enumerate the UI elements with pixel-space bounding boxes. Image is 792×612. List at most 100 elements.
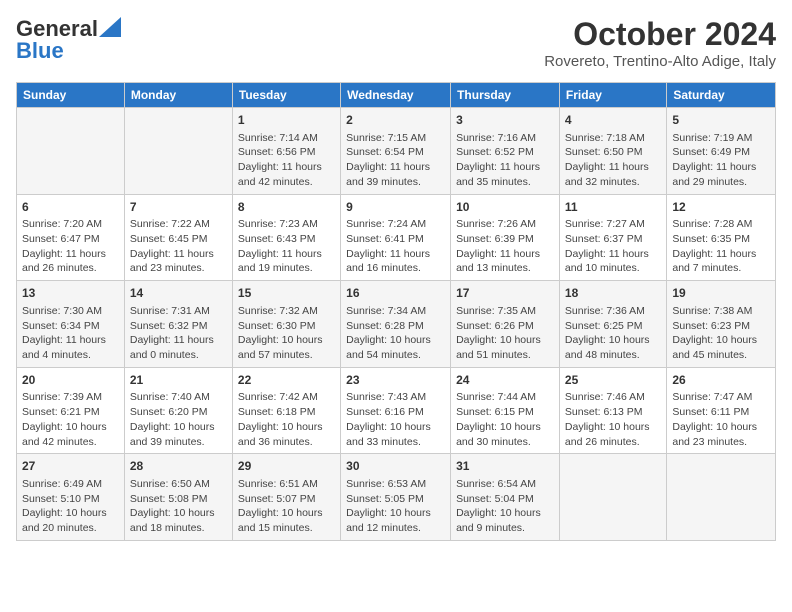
table-row: 8Sunrise: 7:23 AM Sunset: 6:43 PM Daylig… — [232, 194, 340, 281]
table-row — [559, 454, 666, 541]
calendar-week-4: 20Sunrise: 7:39 AM Sunset: 6:21 PM Dayli… — [17, 367, 776, 454]
day-number: 20 — [22, 372, 119, 389]
table-row: 11Sunrise: 7:27 AM Sunset: 6:37 PM Dayli… — [559, 194, 666, 281]
day-content: Sunrise: 7:26 AM Sunset: 6:39 PM Dayligh… — [456, 217, 554, 276]
col-header-friday: Friday — [559, 83, 666, 108]
col-header-tuesday: Tuesday — [232, 83, 340, 108]
day-number: 27 — [22, 458, 119, 475]
day-content: Sunrise: 7:14 AM Sunset: 6:56 PM Dayligh… — [238, 131, 335, 190]
table-row: 23Sunrise: 7:43 AM Sunset: 6:16 PM Dayli… — [341, 367, 451, 454]
day-content: Sunrise: 6:53 AM Sunset: 5:05 PM Dayligh… — [346, 477, 445, 536]
day-number: 7 — [130, 199, 227, 216]
logo: General Blue — [16, 16, 121, 64]
table-row: 15Sunrise: 7:32 AM Sunset: 6:30 PM Dayli… — [232, 281, 340, 368]
day-number: 21 — [130, 372, 227, 389]
day-content: Sunrise: 7:16 AM Sunset: 6:52 PM Dayligh… — [456, 131, 554, 190]
table-row: 14 Sunrise: 7:31 AM Sunset: 6:32 PM Dayli… — [124, 281, 232, 368]
day-number: 30 — [346, 458, 445, 475]
table-row: 1 Sunrise: 7:14 AM Sunset: 6:56 PM Daylig… — [232, 108, 340, 195]
day-number: 2 — [346, 112, 445, 129]
table-row: 13 Sunrise: 7:30 AM Sunset: 6:34 PM Dayli… — [17, 281, 125, 368]
day-content: Sunrise: 7:36 AM Sunset: 6:25 PM Dayligh… — [565, 304, 661, 363]
table-row: 20Sunrise: 7:39 AM Sunset: 6:21 PM Dayli… — [17, 367, 125, 454]
day-content: Sunrise: 6:50 AM Sunset: 5:08 PM Dayligh… — [130, 477, 227, 536]
table-row: 3 Sunrise: 7:16 AM Sunset: 6:52 PM Daylig… — [451, 108, 560, 195]
day-content: Sunrise: 7:42 AM Sunset: 6:18 PM Dayligh… — [238, 390, 335, 449]
day-content: Sunrise: 6:49 AM Sunset: 5:10 PM Dayligh… — [22, 477, 119, 536]
table-row — [124, 108, 232, 195]
day-number: 3 — [456, 112, 554, 129]
month-title: October 2024 — [544, 16, 776, 53]
location-title: Rovereto, Trentino-Alto Adige, Italy — [544, 53, 776, 70]
logo-blue-text: Blue — [16, 38, 64, 64]
table-row: 22Sunrise: 7:42 AM Sunset: 6:18 PM Dayli… — [232, 367, 340, 454]
day-number: 17 — [456, 285, 554, 302]
day-number: 4 — [565, 112, 661, 129]
table-row: 25Sunrise: 7:46 AM Sunset: 6:13 PM Dayli… — [559, 367, 666, 454]
day-content: Sunrise: 7:22 AM Sunset: 6:45 PM Dayligh… — [130, 217, 227, 276]
logo-triangle-icon — [99, 17, 121, 37]
table-row: 24Sunrise: 7:44 AM Sunset: 6:15 PM Dayli… — [451, 367, 560, 454]
day-content: Sunrise: 7:34 AM Sunset: 6:28 PM Dayligh… — [346, 304, 445, 363]
table-row — [17, 108, 125, 195]
table-row: 4 Sunrise: 7:18 AM Sunset: 6:50 PM Daylig… — [559, 108, 666, 195]
calendar-week-5: 27 Sunrise: 6:49 AM Sunset: 5:10 PM Dayli… — [17, 454, 776, 541]
day-number: 14 — [130, 285, 227, 302]
day-number: 12 — [672, 199, 770, 216]
table-row: 26Sunrise: 7:47 AM Sunset: 6:11 PM Dayli… — [667, 367, 776, 454]
day-content: Sunrise: 7:27 AM Sunset: 6:37 PM Dayligh… — [565, 217, 661, 276]
table-row: 17 Sunrise: 7:35 AM Sunset: 6:26 PM Dayli… — [451, 281, 560, 368]
day-number: 13 — [22, 285, 119, 302]
day-content: Sunrise: 7:23 AM Sunset: 6:43 PM Dayligh… — [238, 217, 335, 276]
calendar-week-3: 13 Sunrise: 7:30 AM Sunset: 6:34 PM Dayli… — [17, 281, 776, 368]
day-number: 10 — [456, 199, 554, 216]
day-number: 24 — [456, 372, 554, 389]
day-content: Sunrise: 7:20 AM Sunset: 6:47 PM Dayligh… — [22, 217, 119, 276]
day-number: 1 — [238, 112, 335, 129]
table-row: 29 Sunrise: 6:51 AM Sunset: 5:07 PM Dayli… — [232, 454, 340, 541]
table-row: 19 Sunrise: 7:38 AM Sunset: 6:23 PM Dayli… — [667, 281, 776, 368]
day-number: 23 — [346, 372, 445, 389]
table-row: 12Sunrise: 7:28 AM Sunset: 6:35 PM Dayli… — [667, 194, 776, 281]
calendar-table: SundayMondayTuesdayWednesdayThursdayFrid… — [16, 82, 776, 541]
day-number: 19 — [672, 285, 770, 302]
day-number: 22 — [238, 372, 335, 389]
table-row: 6Sunrise: 7:20 AM Sunset: 6:47 PM Daylig… — [17, 194, 125, 281]
table-row: 18Sunrise: 7:36 AM Sunset: 6:25 PM Dayli… — [559, 281, 666, 368]
day-content: Sunrise: 6:51 AM Sunset: 5:07 PM Dayligh… — [238, 477, 335, 536]
col-header-wednesday: Wednesday — [341, 83, 451, 108]
day-number: 26 — [672, 372, 770, 389]
table-row: 16 Sunrise: 7:34 AM Sunset: 6:28 PM Dayli… — [341, 281, 451, 368]
day-content: Sunrise: 7:40 AM Sunset: 6:20 PM Dayligh… — [130, 390, 227, 449]
table-row: 27 Sunrise: 6:49 AM Sunset: 5:10 PM Dayli… — [17, 454, 125, 541]
day-number: 9 — [346, 199, 445, 216]
day-content: Sunrise: 7:44 AM Sunset: 6:15 PM Dayligh… — [456, 390, 554, 449]
col-header-sunday: Sunday — [17, 83, 125, 108]
day-content: Sunrise: 7:35 AM Sunset: 6:26 PM Dayligh… — [456, 304, 554, 363]
day-number: 29 — [238, 458, 335, 475]
day-content: Sunrise: 7:18 AM Sunset: 6:50 PM Dayligh… — [565, 131, 661, 190]
calendar-week-1: 1 Sunrise: 7:14 AM Sunset: 6:56 PM Daylig… — [17, 108, 776, 195]
day-content: Sunrise: 7:38 AM Sunset: 6:23 PM Dayligh… — [672, 304, 770, 363]
day-number: 28 — [130, 458, 227, 475]
day-content: Sunrise: 7:30 AM Sunset: 6:34 PM Dayligh… — [22, 304, 119, 363]
table-row: 31Sunrise: 6:54 AM Sunset: 5:04 PM Dayli… — [451, 454, 560, 541]
day-content: Sunrise: 7:15 AM Sunset: 6:54 PM Dayligh… — [346, 131, 445, 190]
col-header-thursday: Thursday — [451, 83, 560, 108]
day-content: Sunrise: 7:47 AM Sunset: 6:11 PM Dayligh… — [672, 390, 770, 449]
table-row: 10Sunrise: 7:26 AM Sunset: 6:39 PM Dayli… — [451, 194, 560, 281]
day-number: 11 — [565, 199, 661, 216]
day-content: Sunrise: 7:31 AM Sunset: 6:32 PM Dayligh… — [130, 304, 227, 363]
table-row: 28 Sunrise: 6:50 AM Sunset: 5:08 PM Dayli… — [124, 454, 232, 541]
day-number: 8 — [238, 199, 335, 216]
day-number: 25 — [565, 372, 661, 389]
table-row: 21Sunrise: 7:40 AM Sunset: 6:20 PM Dayli… — [124, 367, 232, 454]
table-row: 7Sunrise: 7:22 AM Sunset: 6:45 PM Daylig… — [124, 194, 232, 281]
day-number: 16 — [346, 285, 445, 302]
day-content: Sunrise: 7:43 AM Sunset: 6:16 PM Dayligh… — [346, 390, 445, 449]
day-number: 6 — [22, 199, 119, 216]
day-content: Sunrise: 7:19 AM Sunset: 6:49 PM Dayligh… — [672, 131, 770, 190]
title-block: October 2024 Rovereto, Trentino-Alto Adi… — [544, 16, 776, 70]
col-header-saturday: Saturday — [667, 83, 776, 108]
day-content: Sunrise: 7:28 AM Sunset: 6:35 PM Dayligh… — [672, 217, 770, 276]
